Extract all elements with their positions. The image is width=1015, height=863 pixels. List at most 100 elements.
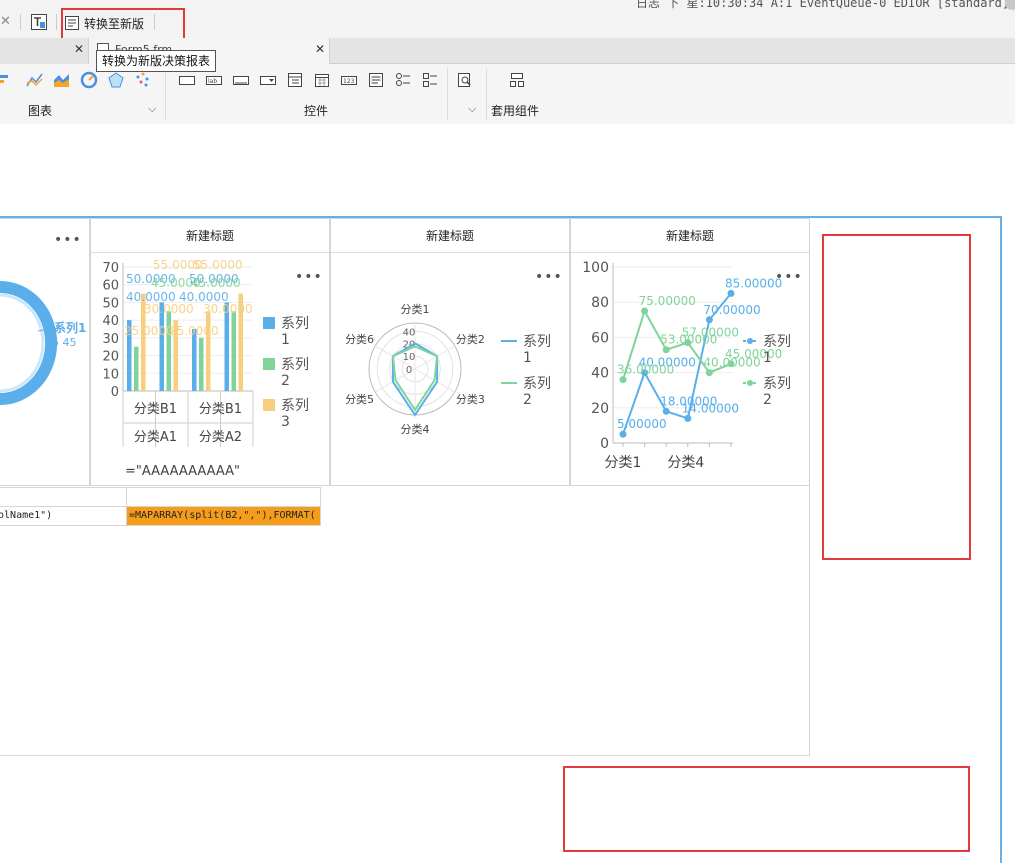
line-point bbox=[705, 369, 713, 377]
gauge-values-label: 45 45 bbox=[45, 336, 77, 349]
close-icon[interactable]: ✕ bbox=[315, 42, 325, 56]
group-label-controls: 控件 bbox=[304, 104, 329, 118]
line-chart-widget[interactable]: 新建标题 ••• 0 20 40 60 80 100 分类1 分类4 5.00000 40.000… bbox=[570, 218, 810, 486]
toolbar-separator bbox=[20, 14, 21, 30]
gauge-chart: 系列1 45 45 bbox=[0, 281, 86, 405]
bar-formula-label: ="AAAAAAAAAA" bbox=[125, 464, 240, 479]
legend-label: 系列 bbox=[523, 376, 551, 392]
y-tick-label: 100 bbox=[582, 260, 609, 276]
text-format-icon[interactable] bbox=[30, 13, 48, 31]
legend-swatch bbox=[263, 399, 275, 411]
line-data-label: 57.00000 bbox=[682, 326, 739, 340]
legend-label-suffix: 1 bbox=[523, 350, 532, 366]
top-toolbar: 日志 下 星:10:30:34 A:1 EventQueue-0 EDIOR [… bbox=[0, 0, 1015, 38]
legend-label: 系列 bbox=[281, 316, 309, 332]
textbox-widget-icon[interactable] bbox=[232, 71, 250, 89]
tooltip: 转换为新版决策报表 bbox=[96, 50, 217, 72]
x-tick-label: 分类4 bbox=[667, 455, 704, 471]
legend-swatch bbox=[263, 317, 275, 329]
y-tick-label: 10 bbox=[102, 367, 119, 382]
close-icon[interactable]: ✕ bbox=[74, 42, 84, 56]
sheet-cell[interactable] bbox=[0, 487, 127, 507]
chevron-down-icon[interactable]: ⌵ bbox=[468, 102, 476, 116]
chevron-down-icon[interactable]: ⌵ bbox=[148, 102, 156, 116]
legend-label: 系列 bbox=[281, 398, 309, 414]
sheet-cell-colname[interactable]: ColName1") bbox=[0, 506, 127, 526]
svg-text:123: 123 bbox=[343, 78, 355, 85]
legend-label-suffix: 2 bbox=[763, 392, 772, 408]
line-chart-icon[interactable] bbox=[26, 71, 44, 89]
group-separator bbox=[486, 68, 487, 120]
toolbar-separator bbox=[56, 14, 57, 30]
ribbon: 图表 ⌵ lab 123 控件 ⌵ 套用组件 bbox=[0, 64, 1015, 124]
bar-chart-icon[interactable] bbox=[0, 71, 14, 89]
radar-tick-label: 40 bbox=[403, 327, 416, 338]
legend-swatch-dot bbox=[747, 338, 753, 344]
x-tick-label: 分类1 bbox=[605, 455, 642, 471]
radar-chart-widget[interactable]: 新建标题 ••• 分类1 分类2 分类3 分类4 分类5 分类6 0 10 20 40 系列 1 系列 2 bbox=[330, 218, 570, 486]
y-tick-label: 50 bbox=[102, 296, 119, 311]
search-widget-icon[interactable] bbox=[456, 71, 474, 89]
gauge-widget[interactable]: ••• 系列1 45 45 bbox=[0, 218, 90, 486]
line-point bbox=[662, 346, 670, 354]
bar-data-label: 45.0000 bbox=[191, 276, 241, 290]
y-tick-label: 0 bbox=[111, 385, 119, 400]
status-text: 日志 下 星:10:30:34 A:1 EventQueue-0 EDIOR [… bbox=[636, 0, 1010, 10]
legend-label-suffix: 2 bbox=[281, 373, 290, 389]
tree-widget-icon[interactable] bbox=[286, 71, 304, 89]
bar-data-label: 25.0000 bbox=[169, 324, 219, 338]
radar-category-label: 分类2 bbox=[456, 332, 485, 346]
radar-tick-label: 10 bbox=[403, 352, 416, 363]
line-point bbox=[727, 360, 735, 368]
legend-label: 系列 bbox=[763, 376, 791, 392]
button-widget-icon[interactable] bbox=[178, 71, 196, 89]
line-data-label: 70.00000 bbox=[703, 303, 760, 317]
y-tick-label: 20 bbox=[102, 350, 119, 365]
tab-previous[interactable]: ✕ bbox=[0, 38, 88, 64]
line-point bbox=[619, 376, 627, 384]
bar-data-label: 55.0000 bbox=[193, 258, 243, 272]
legend-label: 系列 bbox=[281, 357, 309, 373]
sheet-cell[interactable] bbox=[126, 487, 321, 507]
legend-label: 系列 bbox=[523, 334, 551, 350]
bar bbox=[199, 337, 204, 391]
label-widget-icon[interactable]: lab bbox=[205, 71, 223, 89]
bar-data-label: 30.0000 bbox=[203, 302, 253, 316]
x-tick-label: 分类B1 bbox=[134, 402, 177, 417]
checkbox-group-widget-icon[interactable] bbox=[421, 71, 439, 89]
widget-title: 新建标题 bbox=[571, 219, 809, 253]
scatter-chart-icon[interactable] bbox=[134, 71, 152, 89]
radar-category-label: 分类3 bbox=[456, 392, 485, 406]
radar-category-label: 分类6 bbox=[345, 332, 374, 346]
y-tick-label: 20 bbox=[591, 401, 609, 417]
bar-chart: 01020304050607050.000040.000055.000045.0… bbox=[102, 258, 309, 479]
close-icon[interactable]: ✕ bbox=[0, 14, 11, 29]
group-separator bbox=[447, 68, 448, 120]
convert-to-new-button[interactable]: 转换至新版 bbox=[64, 14, 144, 32]
component-template-icon[interactable] bbox=[508, 71, 526, 89]
convert-label: 转换至新版 bbox=[84, 16, 145, 31]
bar bbox=[231, 311, 236, 391]
textarea-widget-icon[interactable] bbox=[367, 71, 385, 89]
y-tick-label: 60 bbox=[591, 330, 609, 346]
area-chart-icon[interactable] bbox=[53, 71, 71, 89]
bar-chart-widget[interactable]: 新建标题 ••• 0 10 20 30 40 50 60 70 50.0000 40.0000 55… bbox=[90, 218, 330, 486]
sheet-cell-formula[interactable]: =MAPARRAY(split(B2,","),FORMAT( bbox=[126, 506, 321, 526]
combobox-widget-icon[interactable] bbox=[259, 71, 277, 89]
line-point bbox=[727, 289, 735, 297]
radar-chart-icon[interactable] bbox=[107, 71, 125, 89]
y-tick-label: 70 bbox=[102, 261, 119, 276]
line-data-label: 5.00000 bbox=[617, 417, 667, 431]
radio-group-widget-icon[interactable] bbox=[394, 71, 412, 89]
legend-label-suffix: 2 bbox=[523, 392, 532, 408]
legend-label-suffix: 3 bbox=[281, 414, 290, 430]
legend-label-suffix: 1 bbox=[281, 332, 290, 348]
line-point bbox=[662, 407, 670, 415]
gauge-chart-icon[interactable] bbox=[80, 71, 98, 89]
gauge-legend-label: 系列1 bbox=[54, 320, 86, 335]
group-separator bbox=[165, 68, 166, 120]
date-widget-icon[interactable] bbox=[313, 71, 331, 89]
line-data-label: 36.00000 bbox=[617, 363, 674, 377]
number-widget-icon[interactable]: 123 bbox=[340, 71, 358, 89]
line-point bbox=[684, 414, 692, 422]
